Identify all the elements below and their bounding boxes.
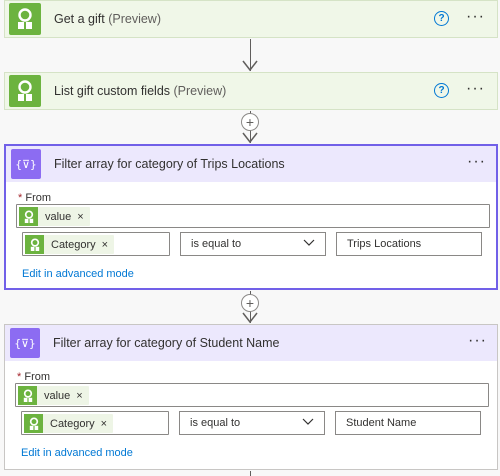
action-card-get-gift[interactable]: Get a gift (Preview) ? ··· <box>4 0 498 38</box>
condition-left-input[interactable]: Category × <box>21 411 169 435</box>
connector-logo-icon <box>18 386 37 405</box>
connector-logo-icon <box>19 207 38 226</box>
remove-token-icon[interactable]: × <box>77 211 83 223</box>
edit-advanced-mode-link[interactable]: Edit in advanced mode <box>22 268 134 280</box>
action-card-list-gift-custom-fields[interactable]: List gift custom fields (Preview) ? ··· <box>4 72 498 110</box>
remove-token-icon[interactable]: × <box>101 418 107 430</box>
condition-right-input[interactable]: Trips Locations <box>336 232 482 256</box>
from-label: * From <box>18 192 52 204</box>
condition-right-value: Trips Locations <box>347 238 422 250</box>
condition-right-input[interactable]: Student Name <box>335 411 481 435</box>
help-icon[interactable]: ? <box>434 83 449 98</box>
action-title: Filter array for category of Trips Locat… <box>54 157 285 171</box>
action-title: Get a gift (Preview) <box>54 12 162 26</box>
token-label: value <box>45 210 72 223</box>
connector-logo-icon <box>24 414 43 433</box>
arrow-down-icon <box>242 312 258 324</box>
token-label: Category <box>50 417 95 430</box>
remove-token-icon[interactable]: × <box>76 390 82 402</box>
arrow-down-icon <box>242 132 258 144</box>
connector-line <box>250 471 251 476</box>
more-options-icon[interactable]: ··· <box>467 154 486 170</box>
connector-logo-icon <box>9 75 41 107</box>
token-label: Category <box>51 238 96 251</box>
token-label: value <box>44 389 71 402</box>
operator-value: is equal to <box>190 417 241 429</box>
remove-token-icon[interactable]: × <box>102 239 108 251</box>
more-options-icon[interactable]: ··· <box>466 81 485 97</box>
from-input[interactable]: value × <box>15 383 489 407</box>
operator-dropdown[interactable]: is equal to <box>179 411 325 435</box>
filter-array-icon: {⊽} <box>11 149 41 179</box>
filter-array-card-trips[interactable]: {⊽} Filter array for category of Trips L… <box>4 144 498 290</box>
edit-advanced-mode-link[interactable]: Edit in advanced mode <box>21 447 133 459</box>
condition-right-value: Student Name <box>346 417 417 429</box>
arrow-down-icon <box>242 60 258 72</box>
help-icon[interactable]: ? <box>434 11 449 26</box>
dynamic-content-token[interactable]: value × <box>19 207 90 226</box>
dynamic-content-token[interactable]: value × <box>18 386 89 405</box>
add-step-button[interactable]: + <box>241 113 259 131</box>
chevron-down-icon <box>302 418 314 425</box>
filter-array-icon: {⊽} <box>10 328 40 358</box>
more-options-icon[interactable]: ··· <box>468 333 487 349</box>
add-step-button[interactable]: + <box>241 294 259 312</box>
chevron-down-icon <box>303 239 315 246</box>
operator-dropdown[interactable]: is equal to <box>180 232 326 256</box>
filter-array-card-student[interactable]: {⊽} Filter array for category of Student… <box>4 324 498 470</box>
operator-value: is equal to <box>191 238 242 250</box>
dynamic-content-token[interactable]: Category × <box>24 414 114 433</box>
condition-left-input[interactable]: Category × <box>22 232 170 256</box>
action-title: Filter array for category of Student Nam… <box>53 336 280 350</box>
connector-logo-icon <box>9 3 41 35</box>
from-label: * From <box>17 371 51 383</box>
action-title: List gift custom fields (Preview) <box>54 84 227 98</box>
more-options-icon[interactable]: ··· <box>466 9 485 25</box>
dynamic-content-token[interactable]: Category × <box>25 235 115 254</box>
from-input[interactable]: value × <box>16 204 490 228</box>
connector-logo-icon <box>25 235 44 254</box>
